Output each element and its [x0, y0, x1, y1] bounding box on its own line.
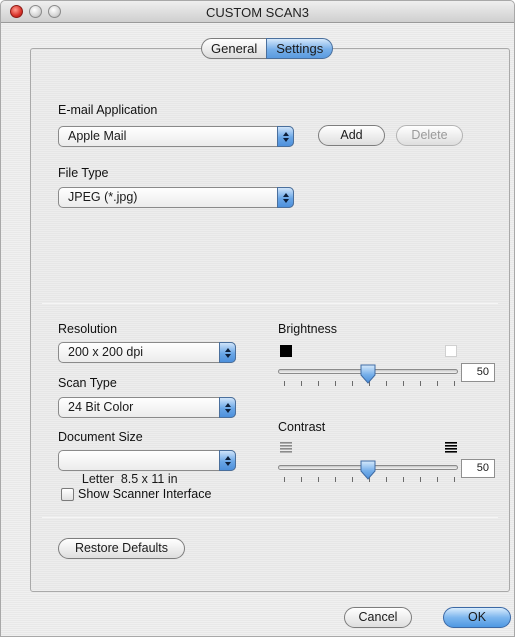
email-application-value: Apple Mail: [68, 129, 127, 143]
brightness-slider-thumb[interactable]: [359, 364, 377, 384]
tab-general[interactable]: General: [201, 38, 267, 59]
popup-arrows-icon: [219, 342, 236, 363]
contrast-slider-thumb[interactable]: [359, 460, 377, 480]
file-type-value: JPEG (*.jpg): [68, 190, 138, 204]
popup-arrows-icon: [277, 187, 294, 208]
section-divider: [42, 517, 498, 518]
window-title: CUSTOM SCAN3: [205, 5, 310, 20]
scan-type-label: Scan Type: [58, 376, 117, 390]
resolution-popup[interactable]: 200 x 200 dpi: [58, 342, 236, 363]
contrast-value-field[interactable]: 50: [461, 459, 495, 478]
show-scanner-interface-checkbox[interactable]: [61, 488, 74, 501]
delete-button[interactable]: Delete: [396, 125, 463, 146]
low-contrast-icon: [280, 442, 292, 453]
file-type-popup[interactable]: JPEG (*.jpg): [58, 187, 294, 208]
contrast-label: Contrast: [278, 420, 326, 434]
scan-type-popup[interactable]: 24 Bit Color: [58, 397, 236, 418]
cancel-button[interactable]: Cancel: [344, 607, 412, 628]
document-size-value: Letter 8.5 x 11 in: [81, 472, 178, 486]
dark-swatch-icon: [280, 345, 292, 357]
file-type-label: File Type: [58, 166, 109, 180]
custom-scan-window: CUSTOM SCAN3 General Settings E-mail App…: [0, 0, 515, 637]
high-contrast-icon: [445, 442, 457, 453]
brightness-value-field[interactable]: 50: [461, 363, 495, 382]
email-application-popup[interactable]: Apple Mail: [58, 126, 294, 147]
light-swatch-icon: [445, 345, 457, 357]
scan-type-value: 24 Bit Color: [68, 400, 134, 414]
document-size-label: Document Size: [58, 430, 143, 444]
add-button[interactable]: Add: [318, 125, 385, 146]
section-divider: [42, 303, 498, 304]
tab-bar: General Settings: [201, 38, 334, 59]
ok-button[interactable]: OK: [443, 607, 511, 628]
popup-arrows-icon: [219, 397, 236, 418]
popup-arrows-icon: [277, 126, 294, 147]
title-bar: CUSTOM SCAN3: [1, 1, 514, 23]
email-application-label: E-mail Application: [58, 103, 158, 117]
show-scanner-interface-label: Show Scanner Interface: [78, 487, 212, 501]
restore-defaults-button[interactable]: Restore Defaults: [58, 538, 185, 559]
resolution-label: Resolution: [58, 322, 118, 336]
popup-arrows-icon: [219, 450, 236, 471]
document-size-popup[interactable]: Letter 8.5 x 11 in: [58, 450, 236, 486]
resolution-value: 200 x 200 dpi: [68, 345, 144, 359]
brightness-label: Brightness: [278, 322, 338, 336]
tab-settings[interactable]: Settings: [266, 38, 334, 59]
